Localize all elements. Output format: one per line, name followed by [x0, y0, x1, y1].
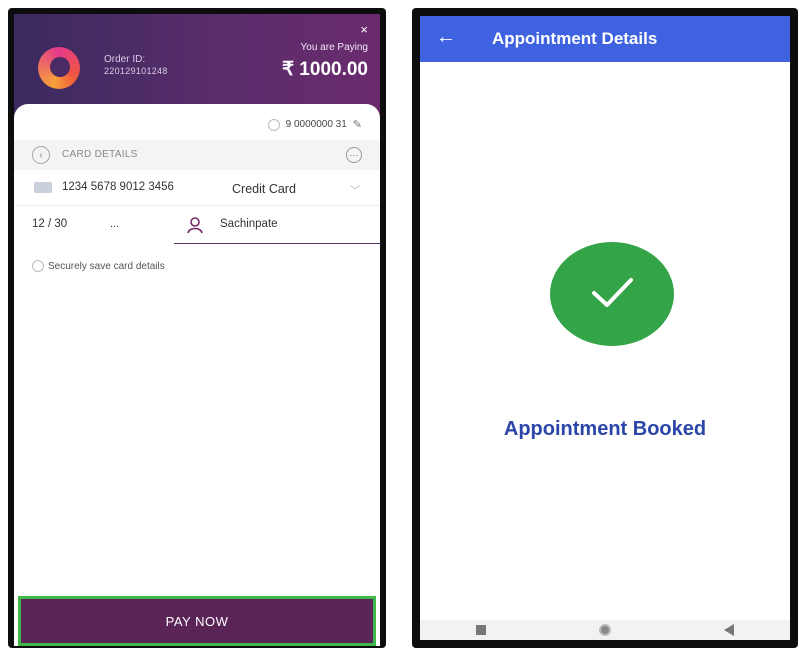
edit-pencil-icon[interactable]: ✎ — [353, 118, 362, 131]
person-icon — [187, 217, 203, 234]
payment-amount: ₹ 1000.00 — [281, 59, 368, 80]
booking-status-text: Appointment Booked — [503, 418, 707, 440]
recents-square-icon[interactable] — [476, 625, 487, 635]
payment-body: 9 0000000 31 ✎ ‹ CARD DETAILS ··· 1234 5… — [14, 104, 380, 646]
pay-now-button[interactable]: PAY NOW — [18, 596, 376, 646]
card-type-select[interactable]: Credit Card — [232, 182, 296, 196]
app-bar: ← Appointment Details — [420, 16, 790, 62]
appointment-screen: ← Appointment Details Appointment Booked — [420, 16, 790, 640]
order-id-value: 220129101248 — [104, 66, 168, 76]
back-triangle-icon[interactable] — [723, 624, 734, 636]
user-icon — [267, 118, 280, 131]
paying-label: You are Paying — [300, 42, 368, 53]
page-title: Appointment Details — [492, 29, 658, 48]
card-details-bar: ‹ CARD DETAILS ··· — [14, 140, 380, 170]
phone-number: 9 0000000 31 — [285, 119, 347, 130]
phone-number-row: 9 0000000 31 ✎ — [267, 118, 362, 131]
pay-now-label: PAY NOW — [165, 613, 229, 629]
save-card-row[interactable]: Securely save card details — [32, 260, 165, 272]
back-chevron-icon[interactable]: ‹ — [32, 146, 50, 164]
cardholder-name-field[interactable]: Sachinpate — [174, 208, 380, 244]
card-number-field[interactable]: 1234 5678 9012 3456 — [62, 181, 174, 193]
chevron-down-icon[interactable]: ﹀ — [350, 182, 360, 197]
save-card-label: Securely save card details — [48, 260, 165, 272]
cardholder-name-value: Sachinpate — [220, 218, 278, 230]
home-circle-icon[interactable] — [598, 624, 611, 636]
android-nav-bar — [420, 620, 790, 640]
expiry-field[interactable]: 12 / 30 — [32, 218, 67, 230]
card-number-row[interactable]: 1234 5678 9012 3456 Credit Card ﹀ — [14, 170, 380, 206]
expiry-cvv-name-row: 12 / 30 ... Sachinpate — [14, 208, 380, 244]
cvv-field[interactable]: ... — [110, 218, 119, 230]
card-icon — [34, 182, 52, 193]
payment-phone-frame: Order ID: 220129101248 × You are Paying … — [8, 8, 386, 648]
card-details-label: CARD DETAILS — [62, 149, 138, 160]
success-badge — [550, 242, 674, 346]
back-arrow-icon[interactable]: ← — [436, 26, 456, 49]
more-options-icon[interactable]: ··· — [346, 147, 362, 163]
merchant-logo — [38, 47, 80, 89]
appointment-phone-frame: ← Appointment Details Appointment Booked — [412, 8, 798, 648]
payment-screen: Order ID: 220129101248 × You are Paying … — [14, 14, 380, 646]
save-card-checkbox[interactable] — [32, 260, 44, 272]
order-id-label: Order ID: — [104, 54, 146, 65]
checkmark-icon — [592, 278, 633, 307]
close-icon[interactable]: × — [360, 22, 368, 37]
